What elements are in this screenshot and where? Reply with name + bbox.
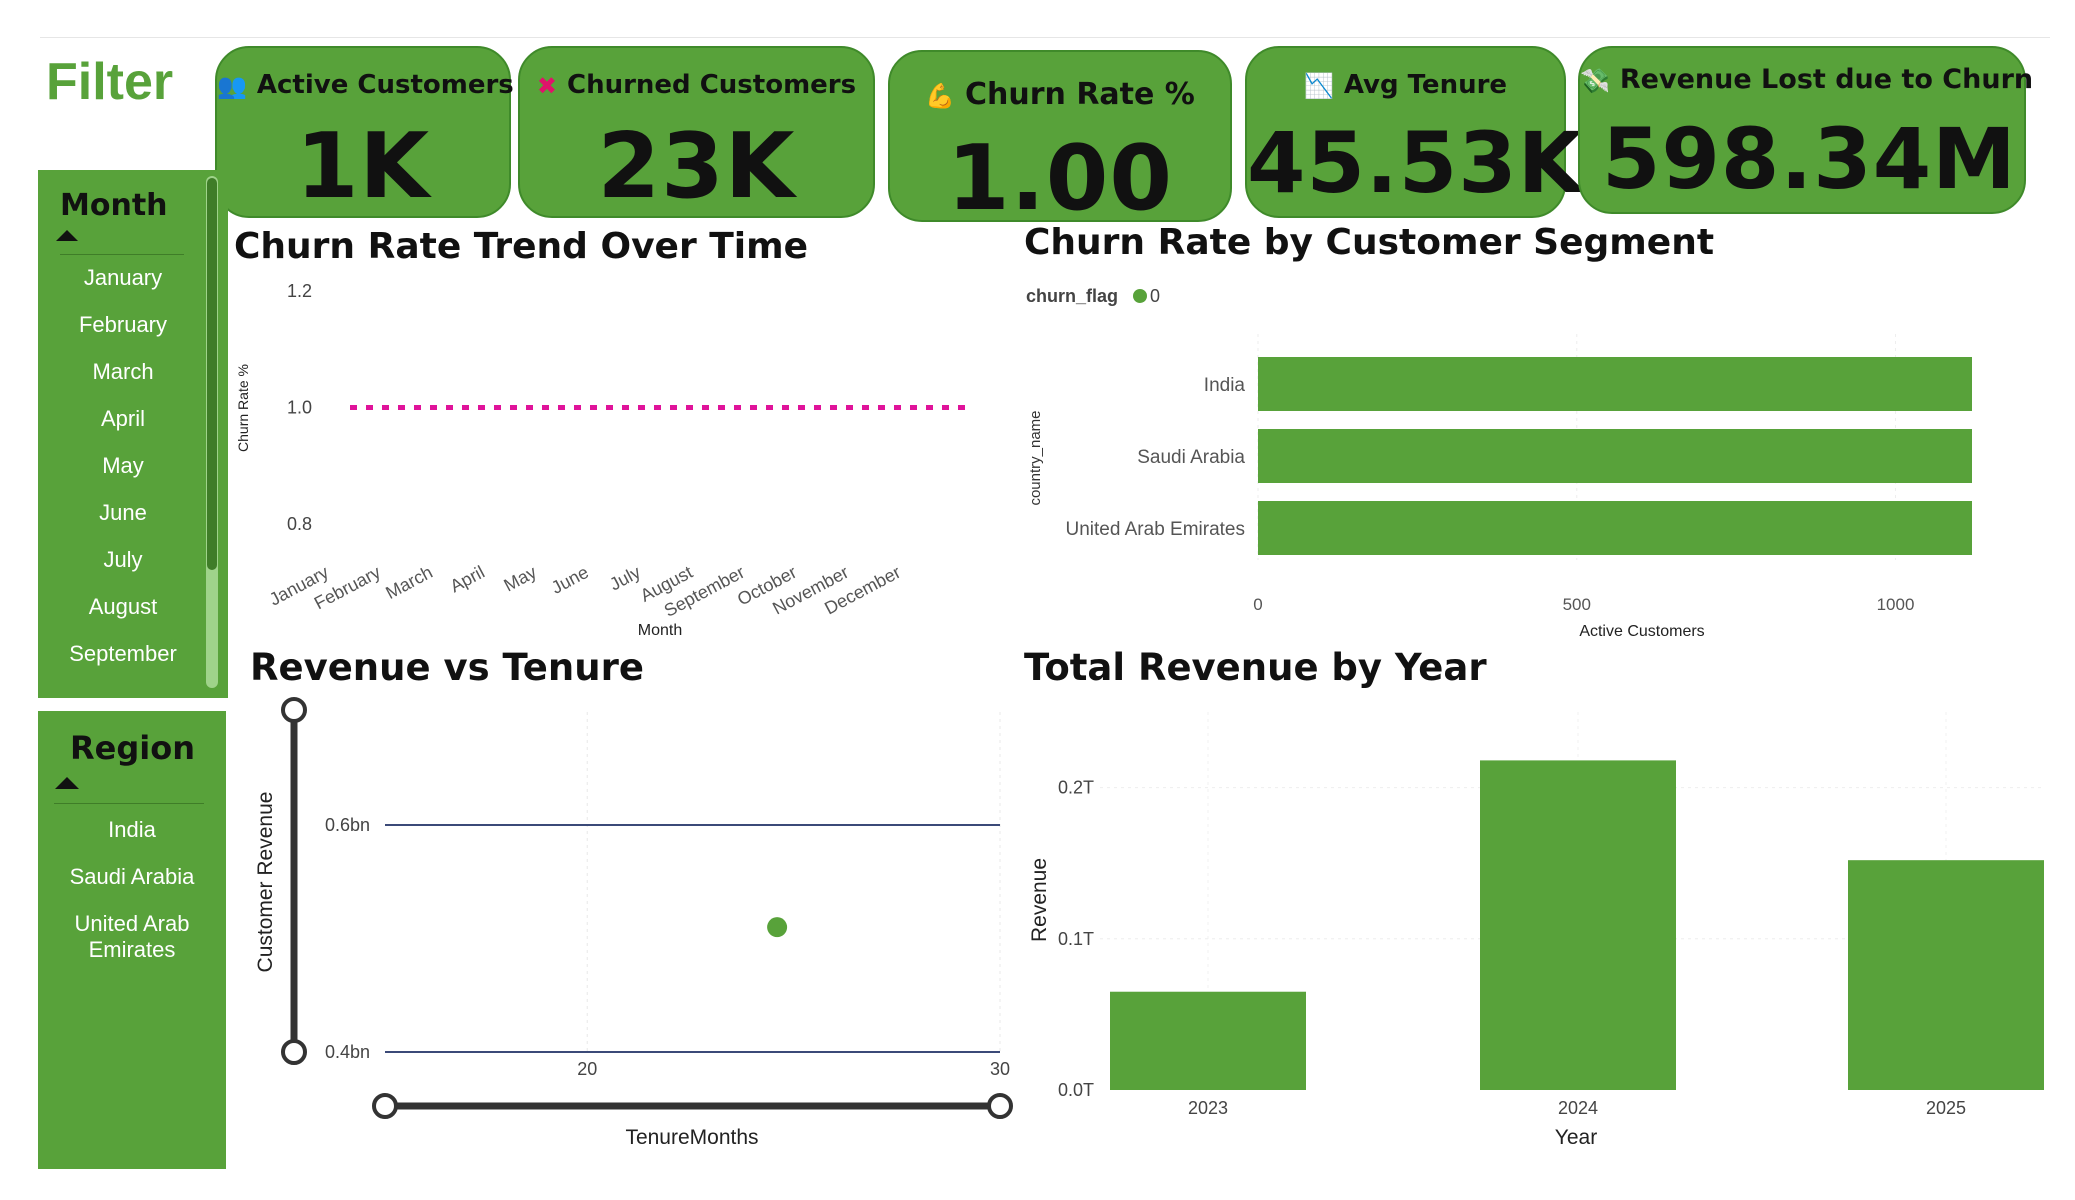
x-axis-label: Active Customers (1579, 623, 1704, 640)
y-tick-label: Saudi Arabia (1137, 447, 1245, 468)
bar-2024 (1480, 760, 1676, 1090)
x-axis-label: Year (1555, 1126, 1597, 1149)
y-range-handle-bottom (281, 1039, 307, 1065)
x-tick-label: 20 (577, 1059, 597, 1079)
y-tick-label: 0.0T (1058, 1080, 1094, 1100)
x-tick-label: March (382, 562, 436, 603)
y-axis-label: Churn Rate % (235, 364, 251, 452)
x-tick-label: April (447, 562, 488, 597)
x-axis-label: Month (638, 622, 682, 639)
y-tick-label: 1.2 (287, 281, 312, 301)
legend-marker (1133, 289, 1147, 303)
bar-saudi-arabia (1258, 429, 1972, 483)
legend-item: 0 (1150, 286, 1160, 306)
y-tick-label: United Arab Emirates (1065, 519, 1245, 540)
x-tick-label: 500 (1563, 595, 1591, 614)
legend-title: churn_flag (1026, 286, 1118, 306)
x-tick-label: 2025 (1926, 1098, 1966, 1118)
bar-2023 (1110, 991, 1306, 1090)
x-tick-label: 2024 (1558, 1098, 1598, 1118)
y-tick-label: India (1204, 375, 1246, 396)
x-tick-label: May (500, 562, 539, 596)
y-tick-label: 0.6bn (325, 815, 370, 835)
x-tick-label: 1000 (1877, 595, 1915, 614)
y-range-handle-top (281, 697, 307, 723)
y-tick-label: 1.0 (287, 398, 312, 418)
y-tick-label: 0.8 (287, 514, 312, 534)
revenue-tenure-chart: 0.4bn 0.6bn 20 30 TenureMonths Customer Reven… (254, 697, 1013, 1149)
y-axis-label: Customer Revenue (254, 792, 277, 973)
x-tick-label: 0 (1253, 595, 1262, 614)
y-tick-label: 0.4bn (325, 1042, 370, 1062)
y-tick-label: 0.2T (1058, 778, 1094, 798)
bar-2025 (1848, 860, 2044, 1090)
x-tick-label: 30 (990, 1059, 1010, 1079)
x-tick-label: 2023 (1188, 1098, 1228, 1118)
bar-india (1258, 357, 1972, 411)
churn-trend-chart: 0.81.01.2JanuaryFebruaryMarch April May Jun… (235, 281, 970, 639)
charts-canvas: 0.81.01.2JanuaryFebruaryMarch April May Jun… (235, 281, 2045, 1149)
x-tick-label: June (548, 562, 592, 598)
revenue-year-chart: 0.0T 0.1T 0.2T 2023 2024 2025 Year Revenue (1028, 712, 2045, 1149)
scatter-point (767, 917, 788, 938)
y-axis-label: country_name (1027, 410, 1044, 505)
churn-segment-chart: churn_flag 0 India Saudi Arabia United Arab … (1026, 286, 1972, 640)
y-axis-label: Revenue (1028, 858, 1051, 942)
x-range-handle-left (372, 1093, 398, 1119)
bar-united-arab-emirates (1258, 501, 1972, 555)
y-tick-label: 0.1T (1058, 929, 1094, 949)
x-axis-label: TenureMonths (625, 1126, 758, 1149)
x-range-handle-right (987, 1093, 1013, 1119)
